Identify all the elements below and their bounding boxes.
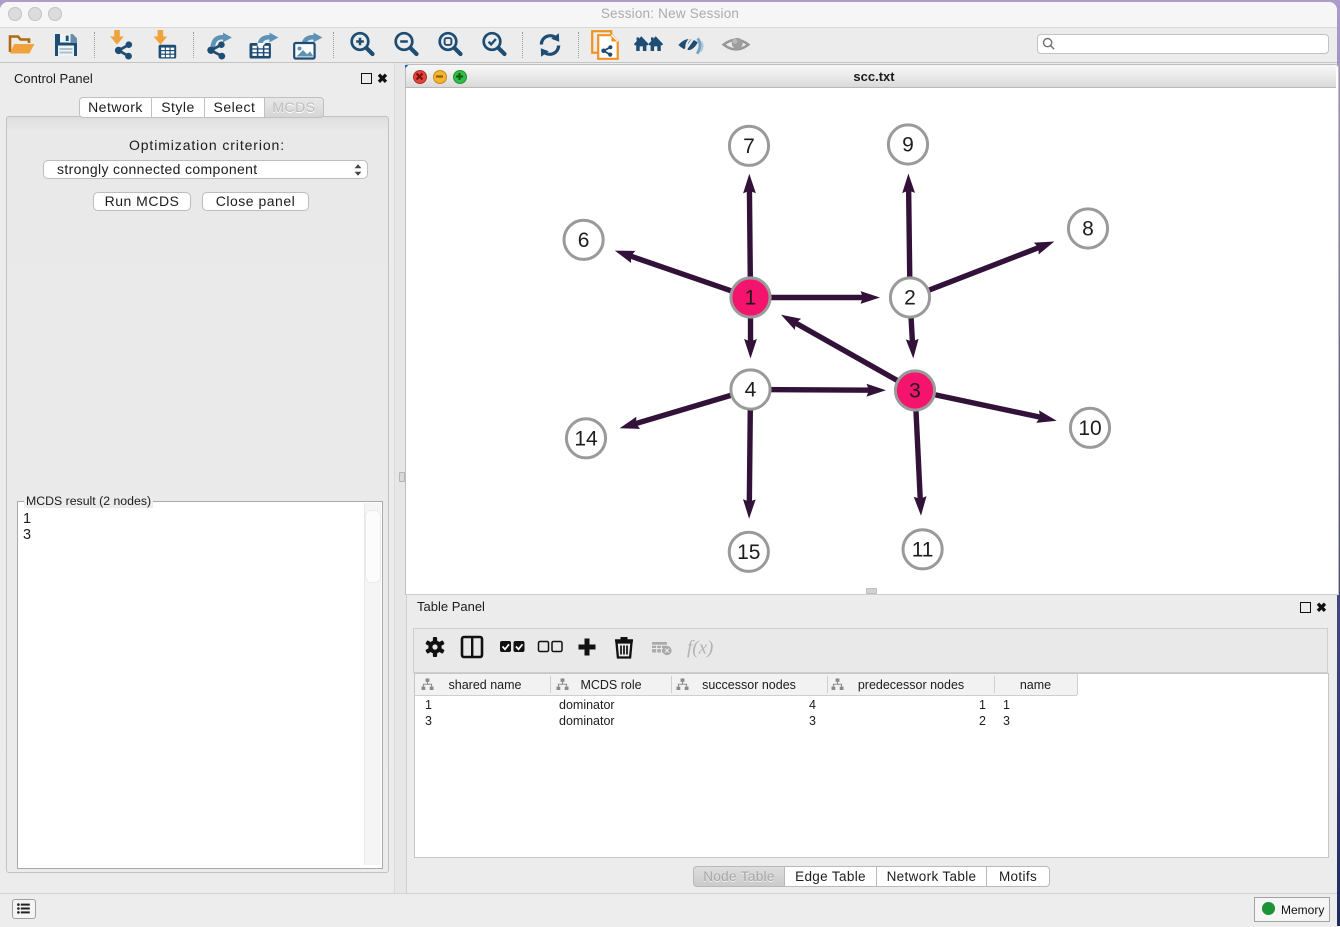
svg-text:6: 6	[578, 229, 590, 252]
svg-text:3: 3	[909, 380, 921, 403]
svg-text:4: 4	[745, 379, 757, 402]
svg-text:7: 7	[743, 135, 755, 158]
svg-text:11: 11	[912, 539, 934, 562]
svg-text:2: 2	[904, 287, 916, 310]
svg-text:10: 10	[1078, 417, 1101, 440]
svg-text:14: 14	[574, 428, 598, 451]
svg-text:15: 15	[737, 541, 760, 564]
svg-text:9: 9	[902, 134, 914, 157]
svg-text:8: 8	[1082, 218, 1094, 241]
svg-text:1: 1	[745, 287, 757, 310]
svg-text:f(x): f(x)	[687, 638, 713, 659]
